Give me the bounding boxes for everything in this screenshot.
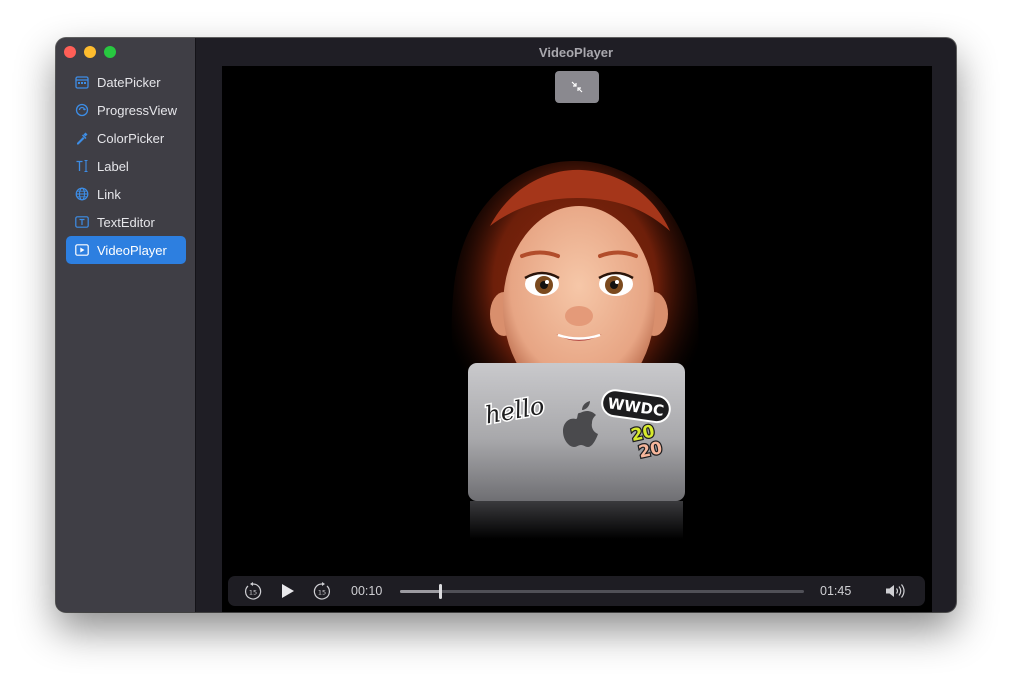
exit-fullscreen-icon [571, 81, 583, 93]
sidebar-item-videoplayer[interactable]: VideoPlayer [66, 236, 186, 264]
progress-circle-icon [75, 103, 89, 117]
sidebar-item-label[interactable]: Label [66, 152, 186, 180]
sidebar-item-label: TextEditor [97, 214, 155, 230]
eyedropper-icon [75, 131, 89, 145]
video-player[interactable]: hello WWDC 20 20 15 15 00:10 01:45 [222, 66, 932, 612]
play-rectangle-icon [75, 243, 89, 257]
current-time: 00:10 [351, 584, 383, 598]
window-title: VideoPlayer [196, 38, 956, 66]
scrubber-thumb[interactable] [438, 584, 442, 599]
sidebar-item-label: ProgressView [97, 102, 177, 118]
sidebar-item-label-text: Label [97, 158, 129, 174]
minimize-button[interactable] [84, 46, 96, 58]
calendar-icon [75, 75, 89, 89]
volume-icon[interactable] [885, 583, 907, 599]
text-box-icon [75, 215, 89, 229]
sidebar-item-link[interactable]: Link [66, 180, 186, 208]
sidebar: DatePicker ProgressView ColorPicker Labe… [56, 38, 196, 612]
sidebar-item-progressview[interactable]: ProgressView [66, 96, 186, 124]
duration: 01:45 [820, 584, 852, 598]
play-icon[interactable] [280, 583, 296, 599]
skip-forward-15-icon[interactable]: 15 [312, 582, 332, 600]
app-window: DatePicker ProgressView ColorPicker Labe… [56, 38, 956, 612]
scrubber-fill [400, 590, 441, 593]
window-title-text: VideoPlayer [538, 44, 614, 60]
sidebar-item-texteditor[interactable]: TextEditor [66, 208, 186, 236]
skip-back-label: 15 [249, 589, 257, 597]
exit-fullscreen-button[interactable] [555, 71, 599, 103]
skip-forward-label: 15 [318, 589, 326, 597]
close-button[interactable] [64, 46, 76, 58]
globe-icon [75, 187, 89, 201]
skip-back-15-icon[interactable]: 15 [243, 582, 263, 600]
scrubber[interactable] [400, 584, 804, 599]
text-cursor-icon [75, 159, 89, 173]
zoom-button[interactable] [104, 46, 116, 58]
sidebar-item-colorpicker[interactable]: ColorPicker [66, 124, 186, 152]
sidebar-item-label: Link [97, 186, 121, 202]
sidebar-list: DatePicker ProgressView ColorPicker Labe… [66, 68, 186, 264]
sidebar-item-label: ColorPicker [97, 130, 165, 146]
window-controls [64, 46, 116, 58]
video-frame: hello WWDC 20 20 [451, 161, 699, 539]
sidebar-item-label: DatePicker [97, 74, 161, 90]
sidebar-item-datepicker[interactable]: DatePicker [66, 68, 186, 96]
sidebar-item-label: VideoPlayer [97, 242, 167, 258]
playback-controls: 15 15 00:10 01:45 [228, 576, 925, 606]
